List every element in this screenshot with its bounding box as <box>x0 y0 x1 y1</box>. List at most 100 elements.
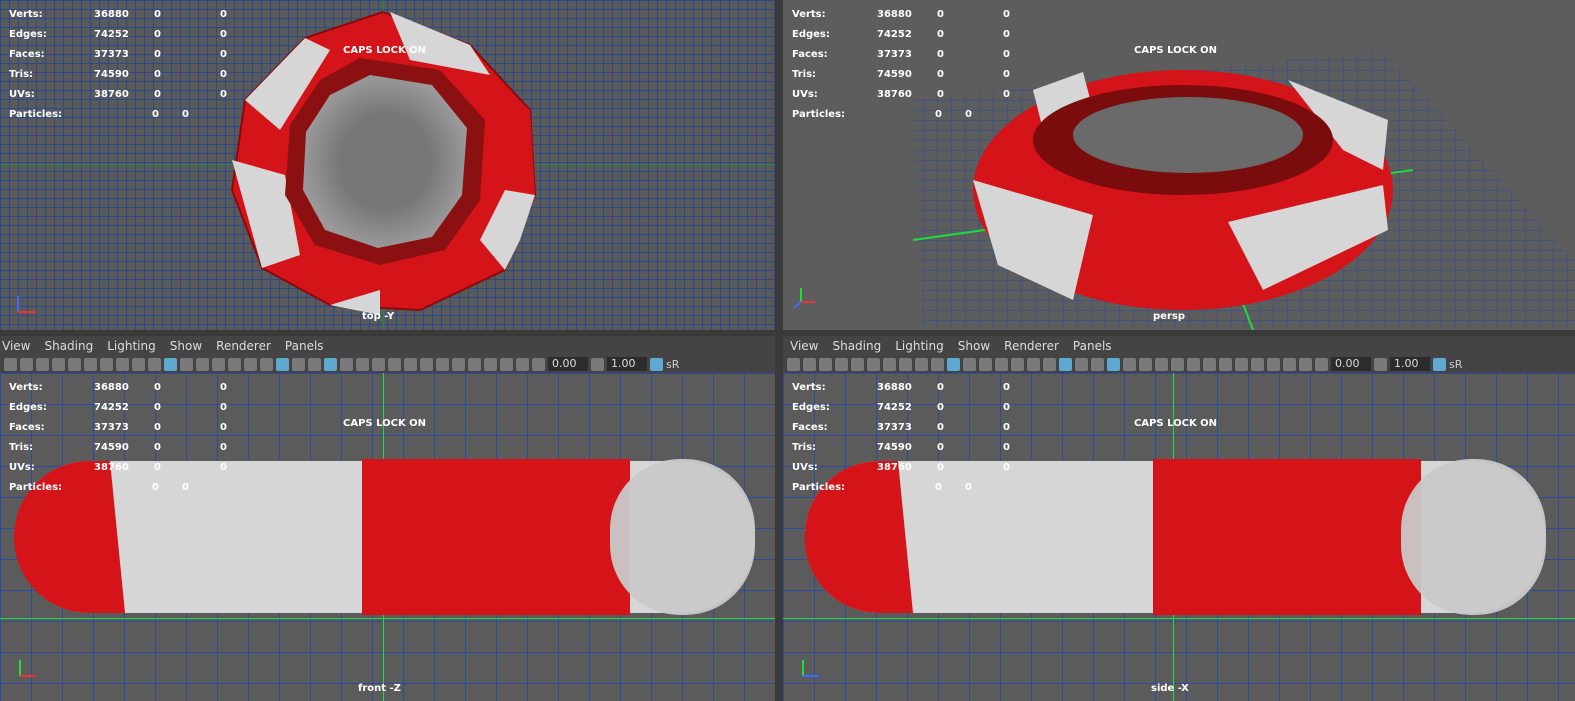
toolbar-button-icon[interactable] <box>308 357 321 371</box>
toolbar-button-icon[interactable] <box>532 357 545 371</box>
exposure-field[interactable]: 0.00 <box>548 357 588 371</box>
toolbar-button-icon[interactable] <box>324 357 337 371</box>
toolbar-button-icon[interactable] <box>116 357 129 371</box>
toolbar-button-icon[interactable] <box>132 357 145 371</box>
toolbar-button-icon[interactable] <box>1091 357 1104 371</box>
viewport-side[interactable]: View Shading Lighting Show Renderer Panels 0.… <box>783 336 1575 701</box>
toolbar-button-icon[interactable] <box>260 357 273 371</box>
stats-cell: 0 <box>937 8 944 20</box>
toolbar-button-icon[interactable] <box>915 357 928 371</box>
toolbar-button-icon[interactable] <box>1315 357 1328 371</box>
toolbar-button-icon[interactable] <box>340 357 353 371</box>
toolbar-button-icon[interactable] <box>420 357 433 371</box>
toolbar-button-icon[interactable] <box>484 357 497 371</box>
toolbar-button-icon[interactable] <box>212 357 225 371</box>
stats-cell: 0 <box>220 381 227 393</box>
toolbar-button-icon[interactable] <box>1251 357 1264 371</box>
toolbar-button-icon[interactable] <box>164 357 177 371</box>
toolbar-button-icon[interactable] <box>899 357 912 371</box>
toolbar-button-icon[interactable] <box>1203 357 1216 371</box>
menu-item-view[interactable]: View <box>790 339 818 353</box>
toolbar-button-icon[interactable] <box>196 357 209 371</box>
toolbar-button-icon[interactable] <box>851 357 864 371</box>
toolbar-button-icon[interactable] <box>883 357 896 371</box>
stats-cell: 0 <box>935 108 942 120</box>
toolbar-button-icon[interactable] <box>931 357 944 371</box>
toolbar-button-icon[interactable] <box>516 357 529 371</box>
toolbar-button-icon[interactable] <box>867 357 880 371</box>
toolbar-button-icon[interactable] <box>436 357 449 371</box>
gamma-field[interactable]: 1.00 <box>607 357 647 371</box>
menu-item-renderer[interactable]: Renderer <box>216 339 271 353</box>
toolbar-button-icon[interactable] <box>1043 357 1056 371</box>
toolbar-button-icon[interactable] <box>1267 357 1280 371</box>
toolbar-button-icon[interactable] <box>404 357 417 371</box>
toolbar-button-icon[interactable] <box>36 357 49 371</box>
menu-item-shading[interactable]: Shading <box>44 339 93 353</box>
toolbar-button-icon[interactable] <box>500 357 513 371</box>
gamma-icon[interactable] <box>591 357 604 371</box>
toolbar-button-icon[interactable] <box>452 357 465 371</box>
toolbar-button-icon[interactable] <box>1155 357 1168 371</box>
toolbar-button-icon[interactable] <box>1059 357 1072 371</box>
toolbar-button-icon[interactable] <box>372 357 385 371</box>
color-space-label[interactable]: sR <box>1449 358 1462 371</box>
toolbar-button-icon[interactable] <box>148 357 161 371</box>
toolbar-button-icon[interactable] <box>819 357 832 371</box>
toolbar-button-icon[interactable] <box>276 357 289 371</box>
viewport-front[interactable]: View Shading Lighting Show Renderer Panels 0.… <box>0 336 775 701</box>
toolbar-button-icon[interactable] <box>244 357 257 371</box>
toolbar-button-icon[interactable] <box>228 357 241 371</box>
menu-item-panels[interactable]: Panels <box>1073 339 1112 353</box>
toolbar-button-icon[interactable] <box>68 357 81 371</box>
gamma-icon[interactable] <box>1374 357 1387 371</box>
toolbar-button-icon[interactable] <box>963 357 976 371</box>
toolbar-button-icon[interactable] <box>84 357 97 371</box>
panel-menubar: View Shading Lighting Show Renderer Panels <box>783 336 1575 355</box>
menu-item-view[interactable]: View <box>2 339 30 353</box>
toolbar-button-icon[interactable] <box>1219 357 1232 371</box>
toolbar-button-icon[interactable] <box>1235 357 1248 371</box>
toolbar-button-icon[interactable] <box>1283 357 1296 371</box>
toolbar-button-icon[interactable] <box>1171 357 1184 371</box>
toolbar-button-icon[interactable] <box>1075 357 1088 371</box>
toolbar-button-icon[interactable] <box>20 357 33 371</box>
toolbar-button-icon[interactable] <box>787 357 800 371</box>
exposure-field[interactable]: 0.00 <box>1331 357 1371 371</box>
toolbar-button-icon[interactable] <box>835 357 848 371</box>
toolbar-button-icon[interactable] <box>1187 357 1200 371</box>
menu-item-show[interactable]: Show <box>958 339 990 353</box>
toolbar-button-icon[interactable] <box>1011 357 1024 371</box>
menu-item-shading[interactable]: Shading <box>832 339 881 353</box>
gamma-field[interactable]: 1.00 <box>1390 357 1430 371</box>
toolbar-button-icon[interactable] <box>356 357 369 371</box>
toolbar-button-icon[interactable] <box>292 357 305 371</box>
toolbar-button-icon[interactable] <box>1139 357 1152 371</box>
menu-item-show[interactable]: Show <box>170 339 202 353</box>
stats-cell: 0 <box>220 421 227 433</box>
toolbar-button-icon[interactable] <box>100 357 113 371</box>
color-management-icon[interactable] <box>1433 357 1446 371</box>
viewport-top[interactable]: Verts: 36880 0 0 Edges: 74252 0 0 Faces: 37373 0 0 T… <box>0 0 775 330</box>
toolbar-button-icon[interactable] <box>4 357 17 371</box>
color-management-icon[interactable] <box>650 357 663 371</box>
menu-item-renderer[interactable]: Renderer <box>1004 339 1059 353</box>
viewport-persp[interactable]: Verts: 36880 0 0 Edges: 74252 0 0 Faces: 37373 0 0 T… <box>783 0 1575 330</box>
toolbar-button-icon[interactable] <box>979 357 992 371</box>
toolbar-button-icon[interactable] <box>803 357 816 371</box>
toolbar-button-icon[interactable] <box>1123 357 1136 371</box>
toolbar-button-icon[interactable] <box>1107 357 1120 371</box>
toolbar-button-icon[interactable] <box>468 357 481 371</box>
toolbar-button-icon[interactable] <box>180 357 193 371</box>
toolbar-button-icon[interactable] <box>52 357 65 371</box>
stats-row: Edges: 74252 0 0 <box>9 24 250 44</box>
toolbar-button-icon[interactable] <box>995 357 1008 371</box>
toolbar-button-icon[interactable] <box>388 357 401 371</box>
toolbar-button-icon[interactable] <box>1299 357 1312 371</box>
color-space-label[interactable]: sR <box>666 358 679 371</box>
menu-item-lighting[interactable]: Lighting <box>895 339 944 353</box>
toolbar-button-icon[interactable] <box>1027 357 1040 371</box>
menu-item-panels[interactable]: Panels <box>285 339 324 353</box>
menu-item-lighting[interactable]: Lighting <box>107 339 156 353</box>
toolbar-button-icon[interactable] <box>947 357 960 371</box>
